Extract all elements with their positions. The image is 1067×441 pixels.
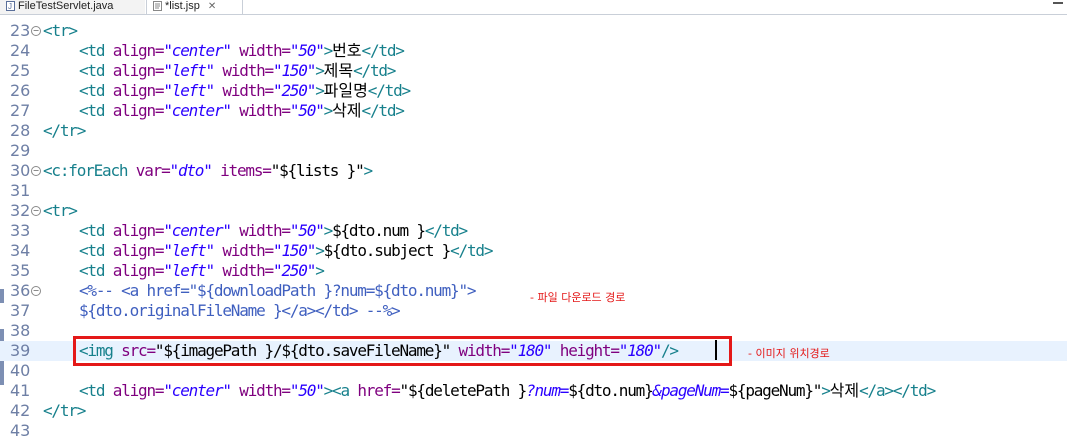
editor-tab-bar: J FileTestServlet.java *list.jsp ✕ (0, 0, 1067, 15)
line-number: 33 (10, 221, 31, 240)
line-number: 34 (10, 241, 31, 260)
code-line: 25 <td align="left" width="150">제목</td> (0, 61, 1067, 81)
code-text: <td align="left" width="150">${dto.subje… (79, 241, 494, 260)
svg-text:J: J (8, 2, 12, 11)
code-comment: ${dto.originalFileName }</a></td> --%> (79, 301, 401, 320)
code-line: 30 − <c:forEach var="dto" items="${lists… (0, 161, 1067, 181)
code-text: <c:forEach var="dto" items="${lists }"> (43, 161, 373, 180)
tab-label: FileTestServlet.java (18, 0, 114, 12)
text-cursor (715, 340, 717, 360)
fold-toggle-icon[interactable]: − (31, 286, 41, 296)
code-line: 31 (0, 181, 1067, 201)
code-text: <td align="center" width="50">번호</td> (79, 41, 405, 60)
code-line: 28 </tr> (0, 121, 1067, 141)
code-text: <tr> (43, 21, 78, 40)
close-icon[interactable]: ✕ (208, 1, 216, 13)
code-text: <td align="center" width="50"><a href="$… (79, 381, 936, 400)
fold-toggle-icon[interactable]: − (31, 206, 41, 216)
code-line: 40 (0, 361, 1067, 381)
code-text: <td align="left" width="150">제목</td> (79, 61, 396, 80)
code-line: 27 <td align="center" width="50">삭제</td> (0, 101, 1067, 121)
line-number: 27 (10, 101, 31, 120)
line-number: 31 (10, 181, 31, 200)
code-line: 41 <td align="center" width="50"><a href… (0, 381, 1067, 401)
fold-toggle-icon[interactable]: − (31, 26, 41, 36)
code-line: 42 </tr> (0, 401, 1067, 421)
jsp-file-icon (153, 1, 162, 11)
code-line: 37 ${dto.originalFileName }</a></td> --%… (0, 301, 1067, 321)
code-text: <td align="center" width="50">${dto.num … (79, 221, 468, 240)
code-text: </tr> (43, 401, 86, 420)
line-number: 39 (10, 341, 31, 360)
line-number: 38 (10, 321, 31, 340)
line-number: 43 (10, 421, 31, 440)
line-number: 23 (10, 21, 31, 40)
java-file-icon: J (6, 1, 15, 11)
code-line: 26 <td align="left" width="250">파일명</td> (0, 81, 1067, 101)
line-number: 37 (10, 301, 31, 320)
code-editor[interactable]: 23 − <tr> 24 <td align="center" width="5… (0, 15, 1067, 440)
code-line: 33 <td align="center" width="50">${dto.n… (0, 221, 1067, 241)
code-line: 35 <td align="left" width="250"> (0, 261, 1067, 281)
tab-list-jsp[interactable]: *list.jsp ✕ (146, 0, 243, 14)
code-line: 32 − <tr> (0, 201, 1067, 221)
code-text: <td align="center" width="50">삭제</td> (79, 101, 405, 120)
line-number: 36 (10, 281, 31, 300)
code-text: <td align="left" width="250"> (79, 261, 325, 280)
code-line: 24 <td align="center" width="50">번호</td> (0, 41, 1067, 61)
line-number: 29 (10, 141, 31, 160)
code-line: 43 (0, 421, 1067, 441)
line-number: 24 (10, 41, 31, 60)
line-number: 40 (10, 361, 31, 380)
line-number: 32 (10, 201, 31, 220)
line-number: 42 (10, 401, 31, 420)
annotation-image-location: - 이미지 위치경로 (748, 347, 830, 360)
line-number: 26 (10, 81, 31, 100)
line-number: 25 (10, 61, 31, 80)
line-number: 30 (10, 161, 31, 180)
code-line: 23 − <tr> (0, 21, 1067, 41)
line-number: 28 (10, 121, 31, 140)
code-comment: <%-- <a href="${downloadPath }?num=${dto… (79, 281, 477, 300)
minimize-icon[interactable] (1053, 2, 1063, 4)
code-line: 29 (0, 141, 1067, 161)
code-text: <tr> (43, 201, 78, 220)
line-number: 35 (10, 261, 31, 280)
line-number: 41 (10, 381, 31, 400)
code-text: <td align="left" width="250">파일명</td> (79, 81, 411, 100)
tab-filetestservlet[interactable]: J FileTestServlet.java (0, 0, 145, 14)
code-text: </tr> (43, 121, 86, 140)
tab-label: *list.jsp (165, 0, 200, 12)
code-line: 34 <td align="left" width="150">${dto.su… (0, 241, 1067, 261)
fold-toggle-icon[interactable]: − (31, 166, 41, 176)
